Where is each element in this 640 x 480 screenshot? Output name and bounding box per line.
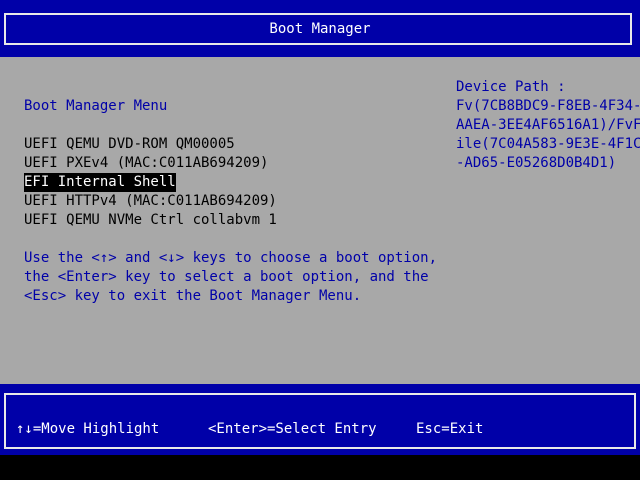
device-path-line: ile(7C04A583-9E3E-4F1C — [456, 136, 640, 152]
boot-option-nvme[interactable]: UEFI QEMU NVMe Ctrl collabvm 1 — [24, 211, 277, 230]
page-title: Boot Manager — [269, 21, 371, 37]
footer-select-entry: <Enter>=Select Entry — [208, 421, 377, 437]
title-bar: Boot Manager — [0, 0, 640, 57]
device-path-line: Fv(7CB8BDC9-F8EB-4F34- — [456, 98, 640, 114]
help-line: the <Enter> key to select a boot option,… — [24, 269, 429, 285]
menu-title: Boot Manager Menu — [24, 98, 168, 114]
boot-option-pxe-v4[interactable]: UEFI PXEv4 (MAC:C011AB694209) — [24, 154, 268, 173]
boot-option-dvd-rom[interactable]: UEFI QEMU DVD-ROM QM00005 — [24, 135, 235, 154]
device-path-label: Device Path : — [456, 79, 566, 95]
help-line: <Esc> key to exit the Boot Manager Menu. — [24, 288, 362, 304]
device-path-line: -AD65-E05268D0B4D1) — [456, 155, 617, 171]
boot-option-http-v4[interactable]: UEFI HTTPv4 (MAC:C011AB694209) — [24, 192, 277, 211]
device-path-line: AAEA-3EE4AF6516A1)/FvF — [456, 117, 640, 133]
footer-exit: Esc=Exit — [416, 421, 484, 437]
boot-option-efi-shell[interactable]: EFI Internal Shell — [24, 173, 176, 192]
footer-move-highlight: ↑↓=Move Highlight — [16, 421, 160, 437]
help-line: Use the <↑> and <↓> keys to choose a boo… — [24, 250, 438, 266]
